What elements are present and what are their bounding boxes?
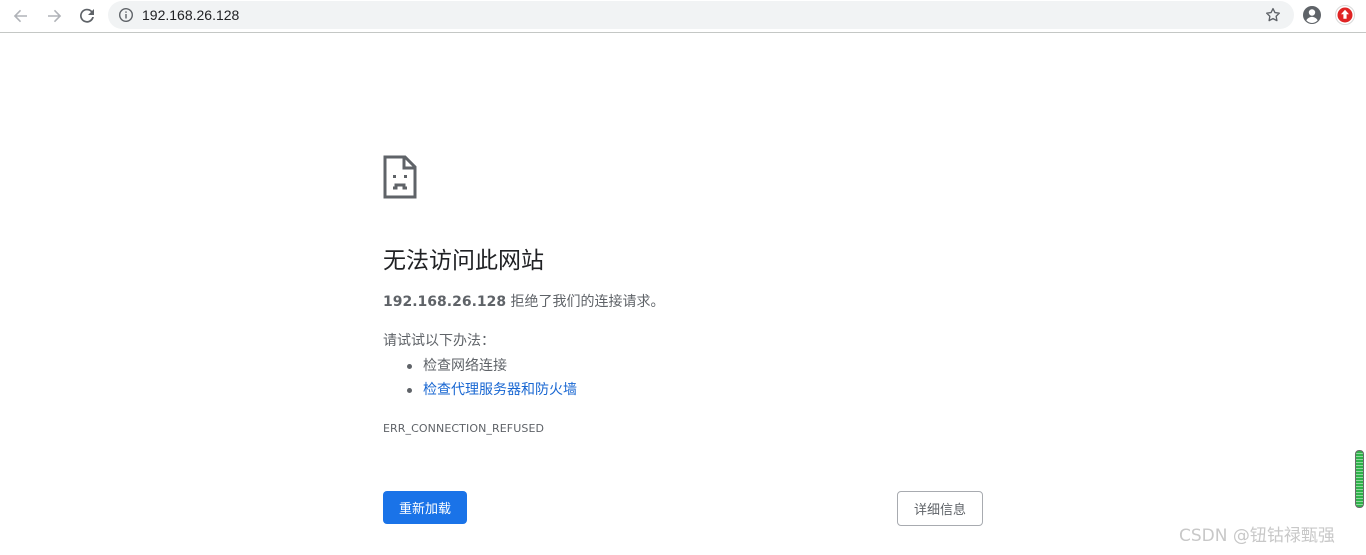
back-button[interactable] (9, 4, 33, 28)
error-code: ERR_CONNECTION_REFUSED (383, 422, 545, 435)
side-widget-indicator[interactable] (1355, 450, 1364, 508)
forward-button[interactable] (42, 4, 66, 28)
details-button[interactable]: 详细信息 (897, 491, 983, 526)
address-bar[interactable] (108, 1, 1294, 29)
suggestion-check-proxy-firewall-link[interactable]: 检查代理服务器和防火墙 (383, 378, 577, 402)
reload-page-button[interactable]: 重新加载 (383, 491, 467, 524)
url-input[interactable] (142, 1, 1242, 29)
suggestions-label: 请试试以下办法： (383, 333, 495, 349)
red-upload-extension-icon[interactable] (1334, 4, 1356, 26)
suggestions-list: 检查网络连接 检查代理服务器和防火墙 (383, 354, 577, 402)
reload-button[interactable] (75, 4, 99, 28)
suggestion-check-network: 检查网络连接 (383, 354, 577, 378)
star-icon[interactable] (1264, 6, 1282, 24)
error-summary-text: 拒绝了我们的连接请求。 (506, 294, 665, 310)
arrow-right-icon (48, 9, 62, 23)
info-icon[interactable] (118, 7, 134, 23)
arrow-left-icon (13, 9, 27, 23)
account-circle-icon[interactable] (1301, 4, 1323, 26)
sad-page-icon (383, 155, 417, 199)
error-title: 无法访问此网站 (383, 248, 544, 274)
error-host: 192.168.26.128 (383, 294, 507, 310)
error-summary: 192.168.26.128 拒绝了我们的连接请求。 (383, 292, 665, 312)
reload-icon (80, 8, 94, 23)
browser-toolbar (0, 0, 1366, 33)
watermark: CSDN @钮钴禄甄强 (1179, 526, 1335, 546)
